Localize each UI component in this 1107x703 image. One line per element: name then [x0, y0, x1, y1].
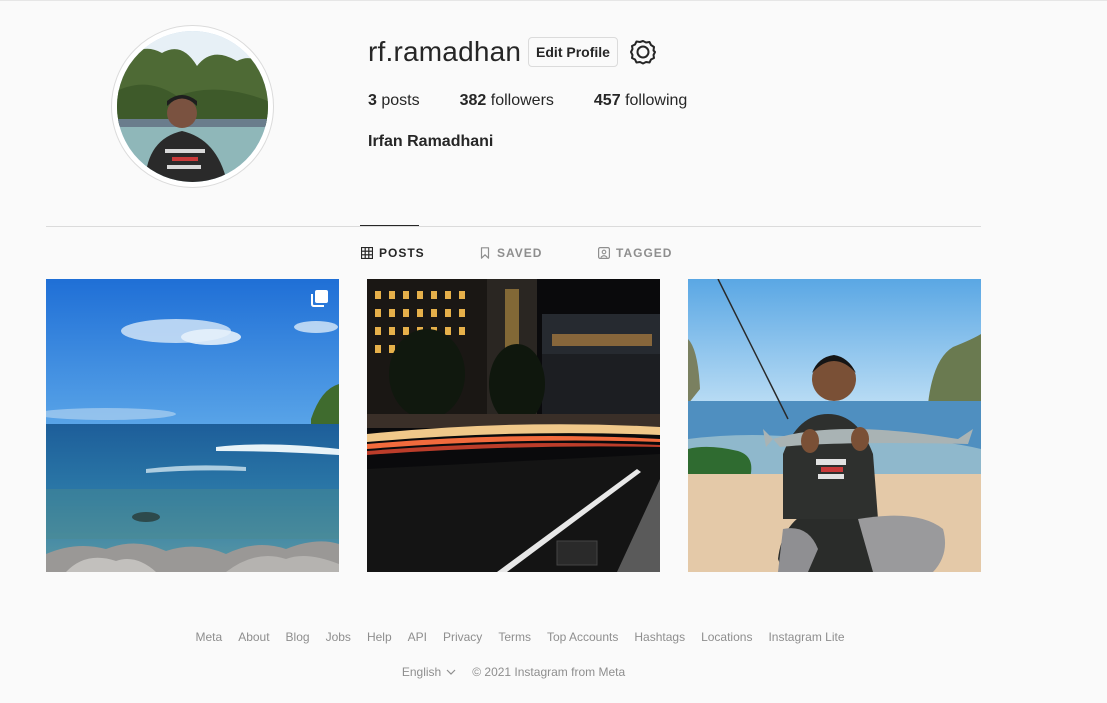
post-photo-fishing: [688, 279, 981, 572]
post-thumbnail-2[interactable]: [367, 279, 660, 572]
post-photo-beach: [46, 279, 339, 572]
following-label: following: [625, 92, 688, 109]
tab-posts-label: POSTS: [379, 246, 425, 260]
avatar-photo: [117, 31, 268, 182]
footer-link[interactable]: API: [408, 630, 427, 644]
carousel-multiple-icon: [311, 290, 328, 307]
footer-bottom: English © 2021 Instagram from Meta: [0, 665, 1027, 679]
footer-link[interactable]: Terms: [498, 630, 531, 644]
profile-full-name: Irfan Ramadhani: [368, 133, 494, 150]
followers-stat[interactable]: 382 followers: [460, 92, 554, 110]
followers-label: followers: [490, 92, 554, 109]
active-tab-indicator: [360, 225, 419, 226]
bookmark-icon: [480, 247, 490, 259]
footer-link[interactable]: Jobs: [326, 630, 351, 644]
footer-link[interactable]: Help: [367, 630, 392, 644]
followers-count: 382: [459, 92, 487, 109]
language-label: English: [401, 665, 442, 679]
footer-link[interactable]: Meta: [196, 630, 223, 644]
copyright-text: © 2021 Instagram from Meta: [472, 665, 626, 679]
tab-saved[interactable]: SAVED: [479, 246, 542, 260]
following-count: 457: [593, 92, 621, 109]
language-selector[interactable]: English: [402, 665, 456, 679]
footer-link[interactable]: About: [238, 630, 269, 644]
post-thumbnail-1[interactable]: [46, 279, 339, 572]
posts-count: 3: [368, 92, 377, 109]
footer-link[interactable]: Instagram Lite: [768, 630, 844, 644]
footer-link[interactable]: Hashtags: [634, 630, 685, 644]
tab-tagged[interactable]: TAGGED: [598, 246, 672, 260]
post-photo-night-street: [367, 279, 660, 572]
tab-posts[interactable]: POSTS: [361, 246, 425, 260]
footer-links: Meta About Blog Jobs Help API Privacy Te…: [0, 630, 1040, 644]
profile-stats: 3 posts 382 followers 457 following: [368, 92, 727, 110]
footer-link[interactable]: Privacy: [443, 630, 482, 644]
footer-link[interactable]: Locations: [701, 630, 752, 644]
post-thumbnail-3[interactable]: [688, 279, 981, 572]
tab-saved-label: SAVED: [497, 246, 543, 260]
footer-link[interactable]: Blog: [286, 630, 310, 644]
top-border: [0, 0, 1107, 1]
settings-gear-icon[interactable]: [629, 38, 657, 66]
profile-username: rf.ramadhan: [368, 36, 522, 67]
chevron-down-icon: [446, 669, 456, 675]
footer-link[interactable]: Top Accounts: [547, 630, 618, 644]
posts-label: posts: [381, 92, 420, 109]
tag-icon: [598, 247, 610, 259]
following-stat[interactable]: 457 following: [594, 92, 687, 110]
posts-stat: 3 posts: [368, 92, 420, 110]
grid-icon: [361, 247, 373, 259]
tab-tagged-label: TAGGED: [616, 246, 673, 260]
tabs-divider: [46, 226, 981, 227]
edit-profile-button[interactable]: Edit Profile: [528, 37, 618, 67]
avatar[interactable]: [117, 31, 268, 182]
